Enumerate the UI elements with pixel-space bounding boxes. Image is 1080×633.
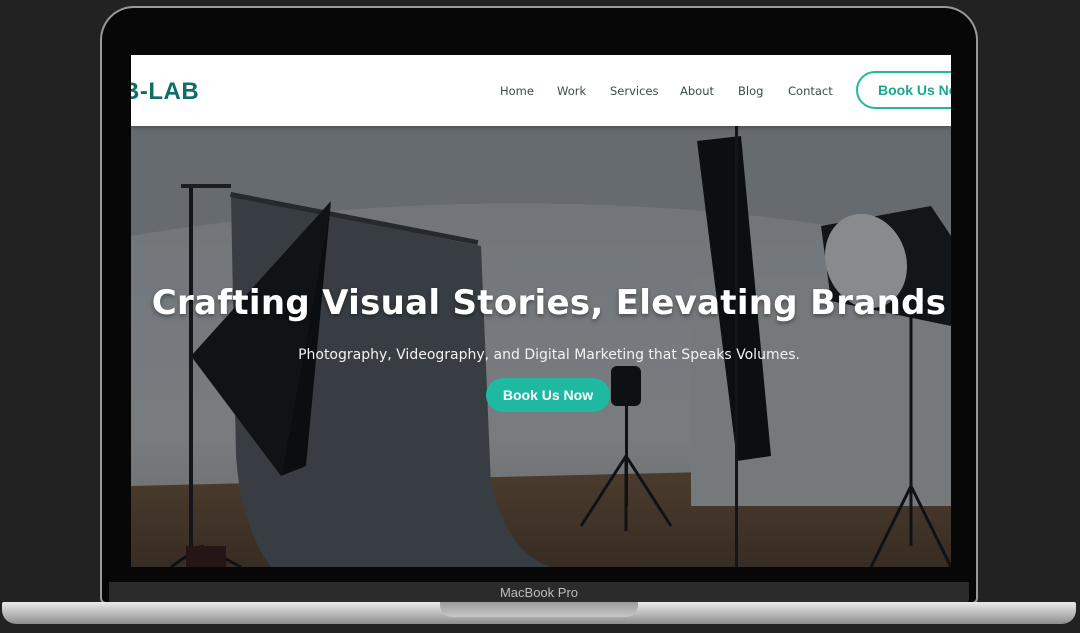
nav-item-contact[interactable]: Contact xyxy=(788,84,833,98)
laptop-bezel: Crafting Visual Stories, Elevating Brand… xyxy=(102,8,976,602)
hero-section: Crafting Visual Stories, Elevating Brand… xyxy=(131,126,951,567)
nav-item-blog[interactable]: Blog xyxy=(738,84,763,98)
nav-item-about[interactable]: About xyxy=(680,84,714,98)
laptop-lid: Crafting Visual Stories, Elevating Brand… xyxy=(100,6,978,604)
site-logo[interactable]: B-LAB xyxy=(131,78,199,106)
hero-book-button[interactable]: Book Us Now xyxy=(486,378,610,412)
hero-title: Crafting Visual Stories, Elevating Brand… xyxy=(151,283,947,323)
laptop-opening-notch xyxy=(440,602,638,617)
nav-item-home[interactable]: Home xyxy=(500,84,534,98)
mockup-stage: Crafting Visual Stories, Elevating Brand… xyxy=(0,0,1080,633)
device-label: MacBook Pro xyxy=(109,582,969,602)
hero-subtitle: Photography, Videography, and Digital Ma… xyxy=(298,347,800,363)
website-screen: Crafting Visual Stories, Elevating Brand… xyxy=(131,55,951,567)
site-navbar: B-LAB Home Work Services About Blog Cont… xyxy=(131,55,951,126)
nav-item-work[interactable]: Work xyxy=(557,84,586,98)
nav-item-services[interactable]: Services xyxy=(610,84,659,98)
nav-book-button[interactable]: Book Us Now xyxy=(856,71,951,109)
